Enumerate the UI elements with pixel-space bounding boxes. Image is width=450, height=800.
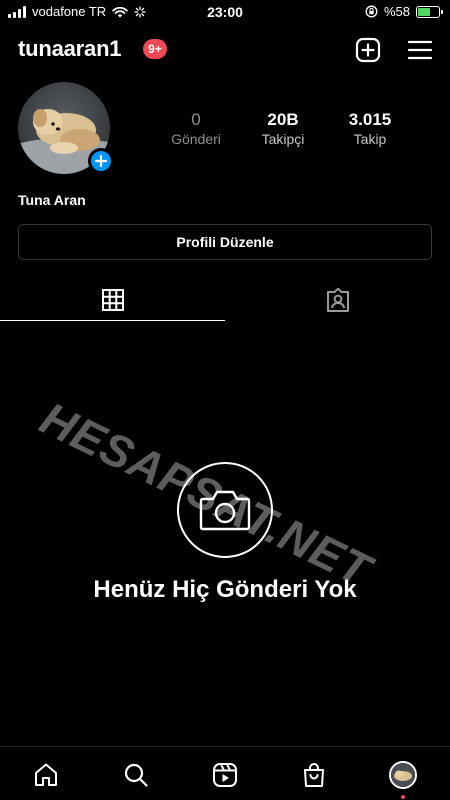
home-icon — [35, 763, 57, 786]
empty-state-title: Henüz Hiç Gönderi Yok — [93, 576, 357, 603]
camera-icon — [199, 490, 251, 531]
new-post-icon — [355, 37, 381, 63]
stat-posts-label: Gönderi — [171, 131, 221, 147]
active-tab-indicator — [0, 320, 225, 321]
battery-percent: %58 — [383, 4, 410, 19]
reels-icon — [213, 763, 237, 787]
add-story-button[interactable] — [88, 148, 114, 174]
menu-button[interactable] — [406, 36, 434, 64]
bottom-navigation — [0, 746, 450, 800]
stat-following[interactable]: 3.015 Takip — [325, 110, 415, 148]
shop-icon — [304, 763, 324, 787]
orientation-lock-icon — [365, 5, 378, 18]
stat-posts[interactable]: 0 Gönderi — [151, 110, 241, 148]
nav-home[interactable] — [30, 759, 62, 791]
status-right: %58 — [365, 4, 443, 19]
stat-followers-value: 20B — [267, 110, 299, 129]
stat-following-value: 3.015 — [348, 110, 392, 129]
tagged-icon — [326, 287, 349, 312]
empty-state-camera — [177, 462, 273, 558]
tab-tagged[interactable] — [225, 280, 450, 320]
new-post-button[interactable] — [354, 36, 382, 64]
grid-icon — [101, 289, 124, 311]
stat-following-label: Takip — [353, 131, 387, 147]
profile-screen: vodafone TR 23:00 %58 tunaaran1 9+ 0 Gön… — [0, 0, 450, 800]
tab-posts-grid[interactable] — [0, 280, 225, 320]
profile-avatar-icon — [389, 761, 417, 789]
search-icon — [124, 763, 148, 787]
edit-profile-button[interactable]: Profili Düzenle — [18, 224, 432, 260]
profile-avatar-container[interactable] — [18, 82, 114, 174]
nav-search[interactable] — [120, 759, 152, 791]
menu-icon — [408, 40, 432, 60]
nav-profile[interactable] — [387, 759, 419, 799]
profile-header: tunaaran1 9+ — [0, 30, 450, 70]
username[interactable]: tunaaran1 — [18, 36, 122, 62]
plus-icon — [95, 155, 107, 167]
nav-reels[interactable] — [209, 759, 241, 791]
battery-icon — [416, 5, 443, 18]
notification-dot — [401, 795, 405, 799]
nav-shop[interactable] — [298, 759, 330, 791]
stat-followers-label: Takipçi — [261, 131, 305, 147]
notification-badge[interactable]: 9+ — [143, 39, 167, 59]
stat-followers[interactable]: 20B Takipçi — [238, 110, 328, 148]
status-bar: vodafone TR 23:00 %58 — [0, 0, 450, 24]
stat-posts-value: 0 — [191, 110, 201, 129]
battery-fill — [418, 7, 430, 16]
display-name: Tuna Aran — [18, 192, 86, 208]
